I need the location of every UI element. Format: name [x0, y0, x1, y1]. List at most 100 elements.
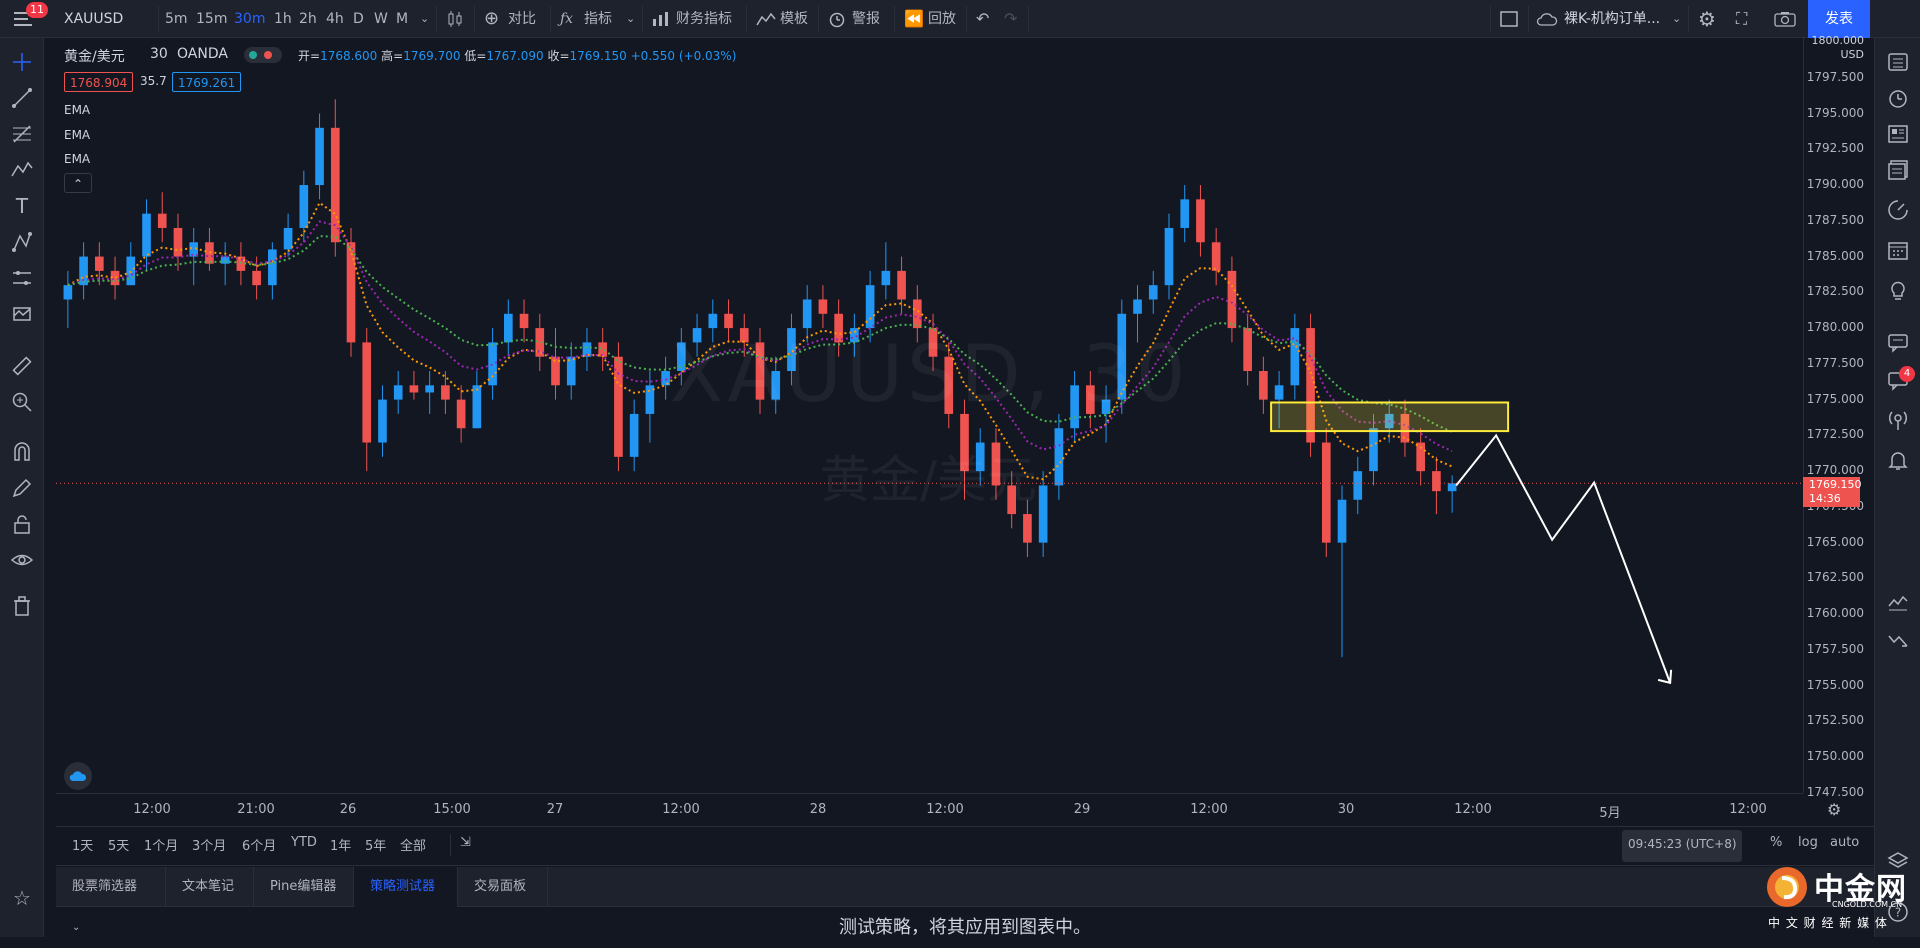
- undo-icon[interactable]: ↶: [976, 0, 989, 38]
- candle-body: [315, 127, 324, 186]
- cloud-icon[interactable]: [1536, 12, 1558, 26]
- layout-dropdown-icon[interactable]: ⌄: [1672, 0, 1681, 38]
- hotlist-icon[interactable]: [1886, 158, 1910, 182]
- trend-line-icon[interactable]: [10, 86, 34, 110]
- intervals-dropdown-icon[interactable]: ⌄: [420, 0, 429, 38]
- eye-icon[interactable]: [10, 548, 34, 572]
- tab-strategy-tester[interactable]: 策略测试器: [354, 867, 458, 907]
- calendar-icon[interactable]: [1886, 238, 1910, 262]
- interval-5m[interactable]: 5m: [165, 0, 188, 38]
- tradingview-logo-icon[interactable]: [64, 762, 92, 790]
- redo-icon[interactable]: ↷: [1004, 0, 1017, 38]
- symbol-search[interactable]: XAUUSD: [64, 0, 123, 38]
- dom-icon[interactable]: [1886, 628, 1910, 652]
- ruler-icon[interactable]: [10, 354, 34, 378]
- ema-indicator-3[interactable]: EMA: [64, 152, 90, 166]
- ideas-lightbulb-icon[interactable]: [1886, 278, 1910, 302]
- fib-tool-icon[interactable]: [10, 122, 34, 146]
- time-tick-label: 12:00: [1454, 802, 1492, 817]
- publish-button[interactable]: 发表: [1808, 0, 1870, 38]
- range-1d[interactable]: 1天: [72, 835, 93, 854]
- settings-gear-icon[interactable]: ⚙: [1698, 0, 1716, 38]
- auto-toggle[interactable]: auto: [1830, 835, 1859, 850]
- goto-date-icon[interactable]: ⇲: [460, 835, 471, 850]
- projection-tool-icon[interactable]: [10, 230, 34, 254]
- market-open-dot: [249, 51, 257, 59]
- range-ytd[interactable]: YTD: [291, 835, 317, 850]
- range-5y[interactable]: 5年: [365, 835, 386, 854]
- market-status-toggle[interactable]: [244, 47, 282, 63]
- compare-button[interactable]: 对比: [508, 0, 536, 38]
- alerts-clock-icon[interactable]: [1886, 86, 1910, 110]
- sell-price-box[interactable]: 1768.904: [64, 72, 134, 92]
- range-6m[interactable]: 6个月: [242, 835, 276, 854]
- symbol-title[interactable]: 黄金/美元: [64, 46, 125, 66]
- data-window-icon[interactable]: [1886, 122, 1910, 146]
- chart-watermark-name: 黄金/美元: [820, 451, 1037, 509]
- magnet-icon[interactable]: [10, 440, 34, 464]
- buy-price-box[interactable]: 1769.261: [172, 72, 242, 92]
- replay-button[interactable]: 回放: [928, 0, 956, 38]
- candle-body: [362, 342, 372, 443]
- range-5d[interactable]: 5天: [108, 835, 129, 854]
- alert-button[interactable]: 警报: [852, 0, 880, 38]
- interval-d[interactable]: D: [353, 0, 364, 38]
- templates-button[interactable]: 模板: [780, 0, 808, 38]
- templates-icon[interactable]: [756, 11, 776, 27]
- draw-mode-icon[interactable]: [10, 476, 34, 500]
- camera-icon[interactable]: [1774, 11, 1796, 27]
- order-panel-icon[interactable]: [1886, 590, 1910, 614]
- range-all[interactable]: 全部: [400, 835, 426, 854]
- indicators-button[interactable]: 指标: [584, 0, 612, 38]
- interval-4h[interactable]: 4h: [326, 0, 344, 38]
- calendar-cycle-icon[interactable]: [1886, 198, 1910, 222]
- indicators-dropdown-icon[interactable]: ⌄: [626, 0, 635, 38]
- ema-indicator-1[interactable]: EMA: [64, 103, 90, 117]
- pattern-tool-icon[interactable]: [10, 158, 34, 182]
- financials-button[interactable]: 财务指标: [676, 0, 732, 38]
- tab-text-notes[interactable]: 文本笔记: [166, 867, 254, 907]
- interval-w[interactable]: W: [374, 0, 388, 38]
- alarm-clock-icon[interactable]: [828, 10, 846, 28]
- crosshair-icon[interactable]: [10, 50, 34, 74]
- interval-m[interactable]: M: [396, 0, 408, 38]
- collapse-legend-icon[interactable]: ⌃: [64, 173, 92, 193]
- fullscreen-select-icon[interactable]: [1500, 11, 1518, 27]
- percent-toggle[interactable]: %: [1770, 835, 1782, 850]
- streams-icon[interactable]: [1886, 330, 1910, 354]
- candle-body: [1196, 199, 1205, 243]
- zoom-in-icon[interactable]: [10, 390, 34, 414]
- brand-domain: CNGOLD.COM.CN: [1832, 900, 1903, 909]
- range-1m[interactable]: 1个月: [144, 835, 178, 854]
- ema-indicator-2[interactable]: EMA: [64, 128, 90, 142]
- fx-icon[interactable]: ƒx: [560, 0, 573, 38]
- lock-icon[interactable]: [10, 512, 34, 536]
- interval-1h[interactable]: 1h: [274, 0, 292, 38]
- axis-settings-gear-icon[interactable]: ⚙: [1827, 800, 1841, 819]
- icons-tool-icon[interactable]: [10, 302, 34, 326]
- price-tick-label: 1772.500: [1806, 427, 1864, 442]
- text-tool-icon[interactable]: T: [10, 194, 34, 218]
- layout-name[interactable]: 裸K-机构订单...: [1564, 0, 1660, 38]
- tab-trading-panel[interactable]: 交易面板: [458, 867, 548, 907]
- favorites-star-icon[interactable]: ☆: [10, 886, 34, 910]
- tab-stock-screener[interactable]: 股票筛选器 ⌄: [56, 867, 166, 933]
- watchlist-icon[interactable]: [1886, 50, 1910, 74]
- tab-pine-editor[interactable]: Pine编辑器: [254, 867, 354, 907]
- fullscreen-icon[interactable]: ⛶: [1736, 0, 1747, 38]
- candle-body: [1164, 227, 1174, 286]
- position-tool-icon[interactable]: [10, 266, 34, 290]
- interval-2h[interactable]: 2h: [299, 0, 317, 38]
- financials-icon[interactable]: [652, 11, 670, 27]
- compare-icon[interactable]: ⊕: [484, 0, 499, 38]
- signals-icon[interactable]: [1886, 408, 1910, 432]
- range-3m[interactable]: 3个月: [192, 835, 226, 854]
- candle-type-icon[interactable]: [446, 10, 464, 28]
- log-toggle[interactable]: log: [1798, 835, 1818, 850]
- interval-15m[interactable]: 15m: [196, 0, 227, 38]
- notifications-bell-icon[interactable]: [1886, 448, 1910, 472]
- trash-icon[interactable]: [10, 594, 34, 618]
- replay-icon[interactable]: ⏪: [904, 0, 924, 38]
- interval-30m[interactable]: 30m: [234, 0, 265, 38]
- range-1y[interactable]: 1年: [330, 835, 351, 854]
